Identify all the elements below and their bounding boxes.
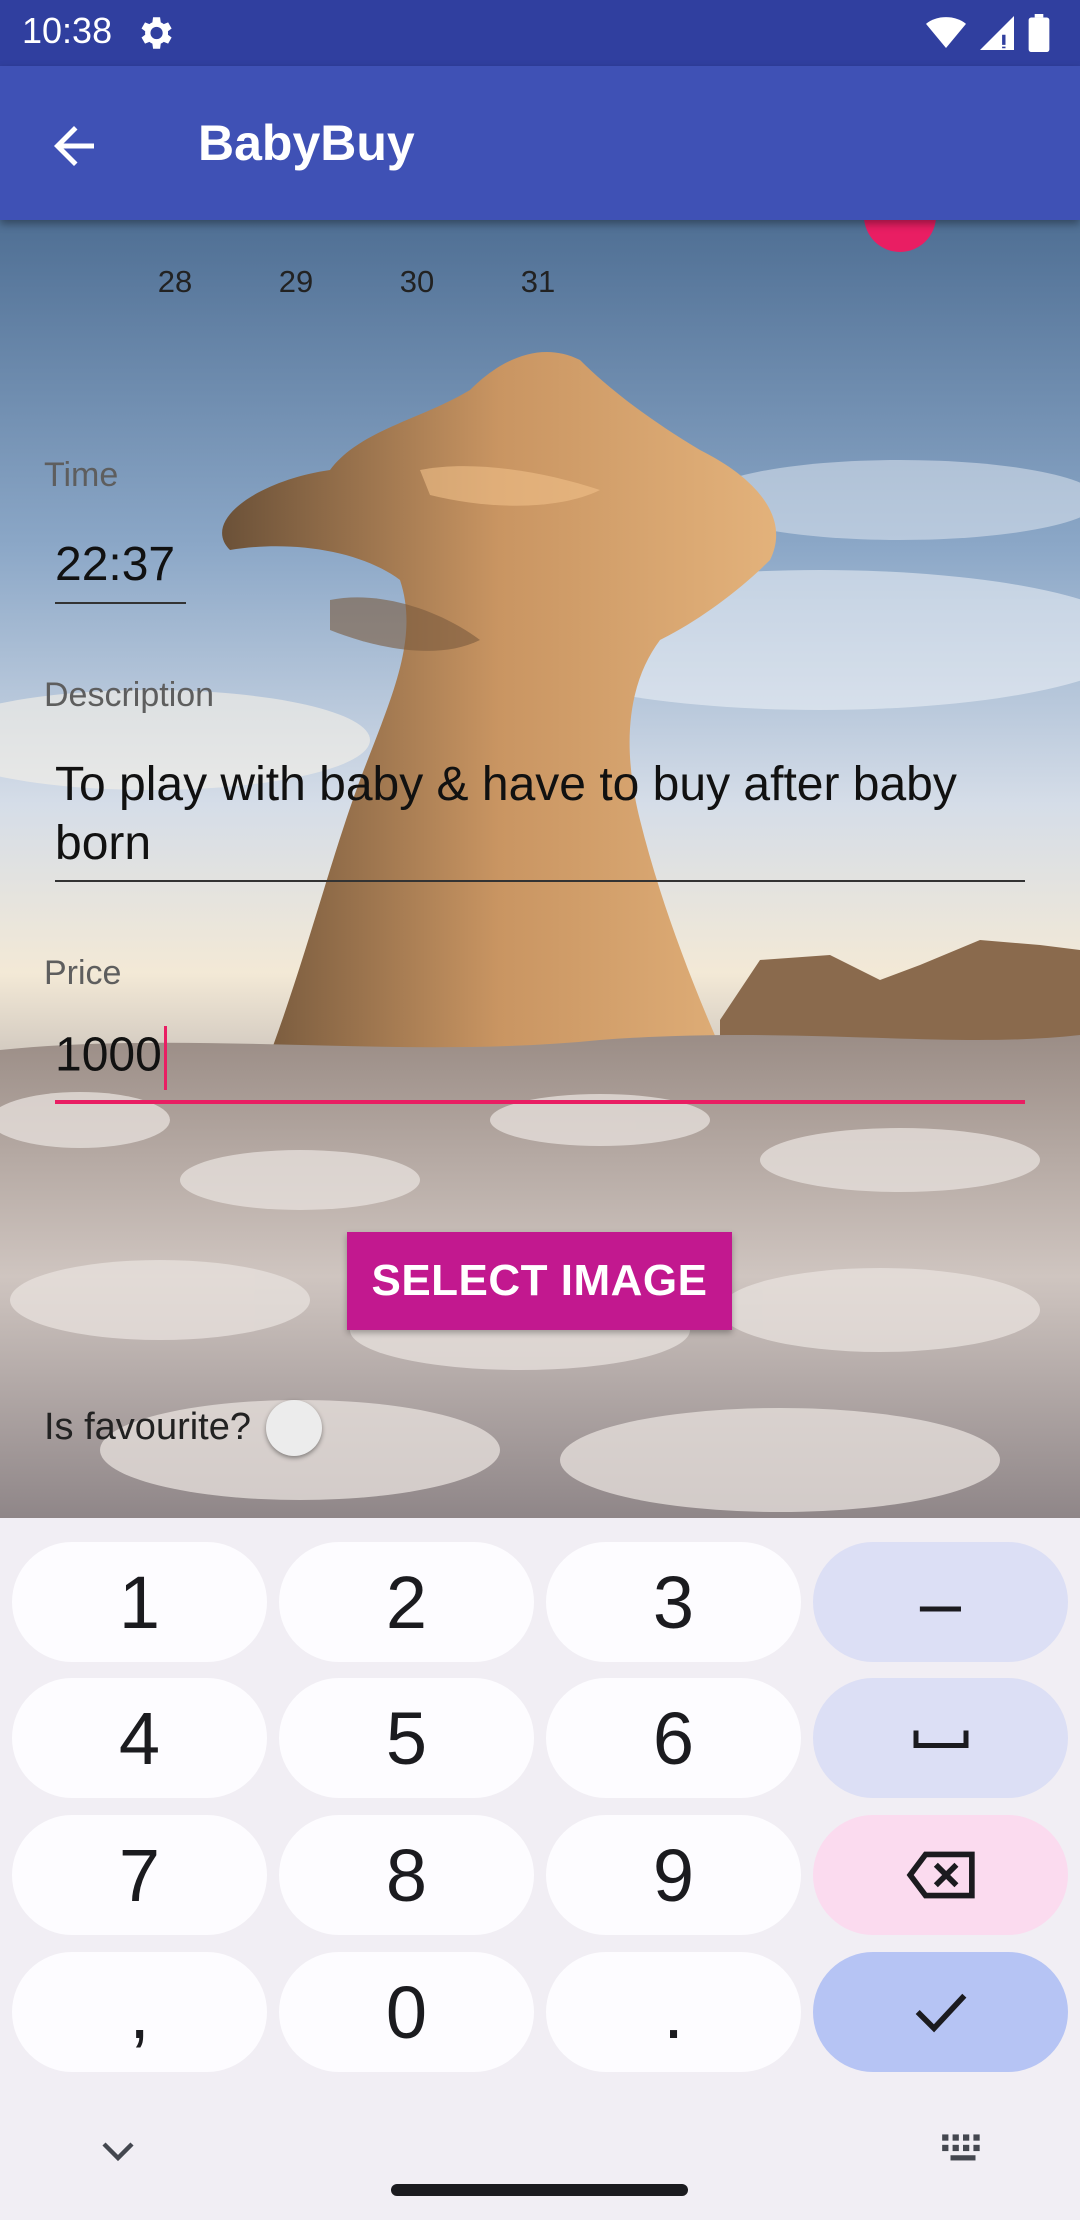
price-field[interactable]: 1000: [55, 1026, 167, 1090]
chevron-down-icon[interactable]: [94, 2126, 142, 2174]
description-field-underline: [55, 880, 1025, 882]
calendar-day[interactable]: 28: [135, 264, 215, 300]
description-line-1: To play with baby & have to buy after ba…: [55, 758, 957, 811]
cell-signal-icon: [980, 16, 1014, 50]
time-field[interactable]: 22:37: [55, 536, 175, 594]
favourite-switch[interactable]: [266, 1400, 322, 1456]
calendar-day[interactable]: 29: [256, 264, 336, 300]
description-line-2: born: [55, 817, 152, 870]
space-bar-icon: [913, 1730, 968, 1748]
description-label: Description: [44, 676, 215, 714]
key-minus[interactable]: –: [813, 1542, 1068, 1662]
status-time: 10:38: [22, 10, 113, 51]
key-enter[interactable]: [813, 1952, 1068, 2072]
key-period[interactable]: .: [546, 1952, 801, 2072]
system-icons: [926, 12, 1050, 54]
key-2[interactable]: 2: [279, 1542, 534, 1662]
home-indicator[interactable]: [391, 2184, 688, 2196]
form-content[interactable]: 28 29 30 31 Time 22:37 Description To pl…: [0, 220, 1080, 1518]
key-1[interactable]: 1: [12, 1542, 267, 1662]
numeric-keyboard: 1 2 3 – 4 5 6 7 8 9 , 0 .: [0, 1518, 1080, 2220]
key-5[interactable]: 5: [279, 1678, 534, 1798]
key-3[interactable]: 3: [546, 1542, 801, 1662]
price-value: 1000: [55, 1028, 162, 1082]
key-6[interactable]: 6: [546, 1678, 801, 1798]
key-space[interactable]: [813, 1678, 1068, 1798]
calendar-day-row: 28 29 30 31: [0, 264, 1080, 314]
keyboard-bottom-bar: [0, 2096, 1080, 2220]
app-title: BabyBuy: [198, 115, 415, 171]
wifi-icon: [926, 17, 966, 48]
app-bar: BabyBuy: [0, 66, 1080, 220]
text-cursor: [163, 1026, 167, 1090]
select-image-button[interactable]: SELECT IMAGE: [347, 1232, 732, 1330]
keyboard-icon[interactable]: [938, 2124, 988, 2174]
time-field-underline: [55, 602, 186, 604]
back-arrow-icon[interactable]: [44, 116, 104, 176]
backspace-icon: [906, 1851, 975, 1899]
key-0[interactable]: 0: [279, 1952, 534, 2072]
settings-gear-icon: [141, 17, 172, 49]
favourite-label: Is favourite?: [44, 1406, 251, 1448]
price-label: Price: [44, 954, 122, 992]
price-field-underline-focused: [55, 1100, 1025, 1104]
key-9[interactable]: 9: [546, 1815, 801, 1935]
key-backspace[interactable]: [813, 1815, 1068, 1935]
key-4[interactable]: 4: [12, 1678, 267, 1798]
battery-icon: [1028, 14, 1050, 52]
calendar-day[interactable]: 30: [377, 264, 457, 300]
key-8[interactable]: 8: [279, 1815, 534, 1935]
key-7[interactable]: 7: [12, 1815, 267, 1935]
time-label: Time: [44, 456, 119, 494]
status-bar: 10:38: [0, 0, 1080, 66]
key-comma[interactable]: ,: [12, 1952, 267, 2072]
checkmark-icon: [915, 1993, 966, 2033]
calendar-day[interactable]: 31: [498, 264, 578, 300]
